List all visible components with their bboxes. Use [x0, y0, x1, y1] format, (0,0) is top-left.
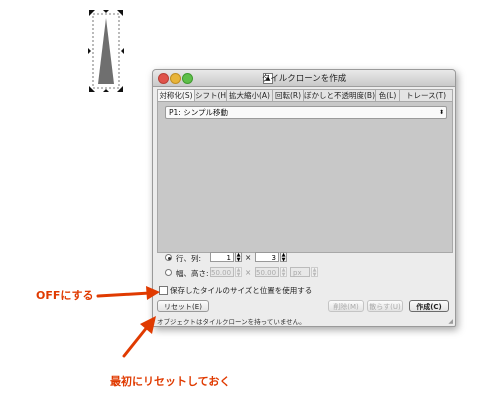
symmetry-dropdown[interactable]: P1: シンプル移動 ⬍: [165, 106, 447, 119]
times-sign: ×: [245, 253, 252, 262]
tab-bar: 対称化(S) シフト(H) 拡大縮小(A) 回転(R) ぼかしと不透明度(B) …: [157, 89, 453, 101]
rows-cols-radio[interactable]: [165, 254, 172, 261]
create-button[interactable]: 作成(C): [409, 300, 449, 312]
tab-content-pane: P1: シンプル移動 ⬍: [157, 101, 453, 253]
scatter-button[interactable]: 散らす(U): [367, 300, 403, 312]
annotation-reset-label: 最初にリセットしておく: [110, 375, 231, 388]
tab-scale[interactable]: 拡大縮小(A): [226, 89, 273, 101]
window-title: タイルクローンを作成: [261, 74, 347, 84]
tab-color[interactable]: 色(L): [375, 89, 400, 101]
tab-shift[interactable]: シフト(H): [194, 89, 227, 101]
title-bar[interactable]: ▲ タイルクローンを作成: [153, 70, 455, 87]
tab-blur-opacity[interactable]: ぼかしと不透明度(B): [303, 89, 376, 101]
tab-rotation[interactable]: 回転(R): [272, 89, 304, 101]
annotation-off-label: OFFにする: [36, 289, 94, 302]
status-text: オブジェクトはタイルクローンを持っていません。: [157, 318, 306, 326]
unit-dropdown-arrows[interactable]: ▲ ▼: [311, 267, 318, 278]
resize-grip-icon[interactable]: ◢: [448, 318, 453, 325]
rows-input[interactable]: 1: [210, 252, 234, 262]
times-sign-2: ×: [245, 268, 252, 277]
unit-dropdown[interactable]: px: [290, 267, 310, 277]
cols-stepper[interactable]: ▲ ▼: [280, 252, 287, 263]
delete-button[interactable]: 削除(M): [328, 300, 364, 312]
tab-symmetry[interactable]: 対称化(S): [157, 89, 195, 101]
annotation-arrow-right: [96, 286, 160, 300]
selected-triangle-object[interactable]: [86, 8, 126, 94]
rows-stepper[interactable]: ▲ ▼: [235, 252, 242, 263]
width-input[interactable]: 50.00: [210, 267, 234, 277]
tab-trace[interactable]: トレース(T): [399, 89, 453, 101]
height-input[interactable]: 50.00: [255, 267, 279, 277]
width-stepper[interactable]: ▲ ▼: [235, 267, 242, 278]
width-height-radio[interactable]: [165, 269, 172, 276]
symmetry-value: P1: シンプル移動: [169, 108, 228, 117]
triangle-shape: [98, 18, 114, 84]
height-stepper[interactable]: ▲ ▼: [280, 267, 287, 278]
width-height-label: 幅、高さ:: [176, 269, 209, 278]
cols-input[interactable]: 3: [255, 252, 279, 262]
rows-cols-label: 行、列:: [176, 254, 202, 263]
reset-button[interactable]: リセット(E): [157, 300, 209, 312]
keep-size-label: 保存したタイルのサイズと位置を使用する: [170, 286, 313, 295]
dropdown-arrows-icon: ⬍: [438, 109, 444, 116]
annotation-arrow-up: [122, 316, 156, 358]
tile-clone-dialog: ▲ タイルクローンを作成 対称化(S) シフト(H) 拡大縮小(A) 回転(R)…: [152, 69, 456, 327]
